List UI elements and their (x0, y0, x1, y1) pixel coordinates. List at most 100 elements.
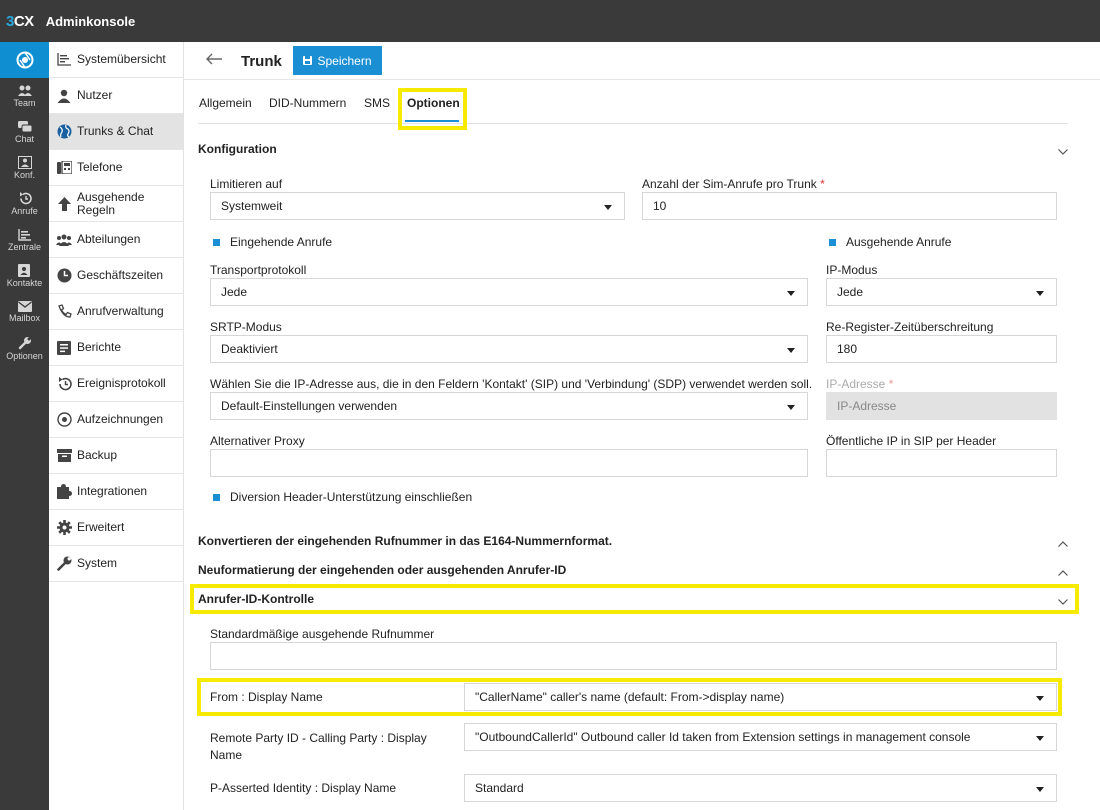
alt-proxy-label: Alternativer Proxy (210, 434, 305, 448)
rail-conference[interactable]: Konf. (0, 150, 49, 186)
inbound-calls-checkbox[interactable]: Eingehende Anrufe (213, 235, 332, 249)
nav-item-call-handling[interactable]: Anrufverwaltung (49, 294, 183, 330)
nav-item-recordings[interactable]: Aufzeichnungen (49, 402, 183, 438)
tab-did-numbers[interactable]: DID-Nummern (269, 96, 346, 110)
srtp-select[interactable]: Deaktiviert (210, 335, 808, 363)
save-icon (303, 56, 313, 65)
section-e164[interactable]: Konvertieren der eingehenden Rufnummer i… (198, 534, 1070, 548)
ip-mode-select[interactable]: Jede (826, 278, 1057, 306)
contacts-icon (18, 264, 30, 277)
reregister-label: Re-Register-Zeitüberschreitung (826, 320, 994, 334)
page-title: Trunk (241, 53, 282, 70)
nav-item-trunks-chat[interactable]: Trunks & Chat (49, 114, 183, 150)
caret-down-icon (1036, 736, 1044, 741)
wrench-icon (55, 555, 73, 573)
calls-icon (19, 192, 32, 205)
reregister-input[interactable]: 180 (826, 335, 1057, 363)
home-button[interactable] (0, 42, 49, 78)
nav-item-backup[interactable]: Backup (49, 438, 183, 474)
srtp-label: SRTP-Modus (210, 320, 282, 334)
tab-bar: Allgemein DID-Nummern SMS Optionen (198, 88, 1068, 124)
page-header: Trunk Speichern (184, 42, 1100, 80)
nav-item-dashboard[interactable]: Systemübersicht (49, 42, 183, 78)
user-icon (55, 87, 73, 105)
sim-calls-input[interactable]: 10 (642, 192, 1057, 220)
ip-address-label: IP-Adresse * (826, 377, 894, 391)
rail-contacts[interactable]: Kontakte (0, 258, 49, 294)
highlight-options-tab (398, 88, 467, 130)
sim-calls-label: Anzahl der Sim-Anrufe pro Trunk * (642, 177, 825, 191)
dashboard-icon (55, 51, 73, 69)
section-reformat[interactable]: Neuformatierung der eingehenden oder aus… (198, 563, 1070, 577)
chat-icon (17, 120, 32, 132)
app-title: Adminkonsole (45, 13, 136, 29)
rail-team[interactable]: Team (0, 78, 49, 114)
switchboard-icon (17, 228, 31, 241)
passerted-label: P-Asserted Identity : Display Name (210, 781, 397, 795)
settings-nav: Systemübersicht Nutzer Trunks & Chat Tel… (49, 42, 184, 810)
limit-label: Limitieren auf (210, 177, 283, 191)
transport-select[interactable]: Jede (210, 278, 808, 306)
nav-item-departments[interactable]: Abteilungen (49, 222, 183, 258)
rail-calls[interactable]: Anrufe (0, 186, 49, 222)
ip-choice-label: Wählen Sie die IP-Adresse aus, die in de… (210, 377, 813, 391)
group-icon (55, 231, 73, 249)
top-bar: 3CX Adminkonsole (0, 0, 1100, 42)
chevron-up-icon (1058, 536, 1068, 550)
tab-general[interactable]: Allgemein (199, 96, 252, 110)
tab-sms[interactable]: SMS (364, 96, 390, 110)
section-configuration[interactable]: Konfiguration (198, 142, 1070, 156)
rail-options[interactable]: Optionen (0, 330, 49, 366)
chevron-up-icon (1058, 565, 1068, 579)
transport-label: Transportprotokoll (210, 263, 307, 277)
caret-down-icon (787, 348, 795, 353)
rail-chat[interactable]: Chat (0, 114, 49, 150)
nav-item-users[interactable]: Nutzer (49, 78, 183, 114)
chevron-down-icon (1058, 144, 1068, 158)
nav-item-reports[interactable]: Berichte (49, 330, 183, 366)
home-icon (16, 51, 33, 69)
cog-icon (55, 519, 73, 537)
nav-item-system[interactable]: System (49, 546, 183, 582)
passerted-select[interactable]: Standard (464, 774, 1057, 802)
remote-party-select[interactable]: "OutboundCallerId" Outbound caller Id ta… (464, 723, 1057, 751)
highlight-from-display (197, 678, 1062, 716)
caret-down-icon (787, 405, 795, 410)
caret-down-icon (787, 291, 795, 296)
ip-mode-label: IP-Modus (826, 263, 878, 277)
rail-mailbox[interactable]: Mailbox (0, 294, 49, 330)
nav-item-integrations[interactable]: Integrationen (49, 474, 183, 510)
caret-down-icon (604, 205, 612, 210)
default-outbound-input[interactable] (210, 642, 1057, 670)
ip-choice-select[interactable]: Default-Einstellungen verwenden (210, 392, 808, 420)
conference-icon (17, 156, 32, 169)
caret-down-icon (1036, 787, 1044, 792)
nav-item-office-hours[interactable]: Geschäftszeiten (49, 258, 183, 294)
back-arrow-icon[interactable] (206, 53, 222, 68)
alt-proxy-input[interactable] (210, 449, 808, 477)
app-rail: Team Chat Konf. Anrufe Zentrale Kontakte… (0, 42, 49, 810)
mailbox-icon (17, 301, 32, 312)
team-icon (17, 85, 32, 96)
nav-item-advanced[interactable]: Erweitert (49, 510, 183, 546)
nav-item-phones[interactable]: Telefone (49, 150, 183, 186)
event-log-icon (55, 375, 73, 393)
nav-item-outbound-rules[interactable]: Ausgehende Regeln (49, 186, 183, 222)
save-button[interactable]: Speichern (293, 46, 382, 75)
puzzle-icon (55, 483, 73, 501)
public-ip-input[interactable] (826, 449, 1057, 477)
caret-down-icon (1036, 291, 1044, 296)
options-icon (18, 336, 31, 349)
limit-select[interactable]: Systemweit (210, 192, 625, 220)
rail-switchboard[interactable]: Zentrale (0, 222, 49, 258)
diversion-header-checkbox[interactable]: Diversion Header-Unterstützung einschlie… (213, 490, 472, 504)
arrow-up-icon (55, 195, 73, 213)
nav-item-event-log[interactable]: Ereignisprotokoll (49, 366, 183, 402)
default-outbound-label: Standardmäßige ausgehende Rufnummer (210, 627, 435, 641)
globe-icon (55, 123, 73, 141)
phone-icon (55, 159, 73, 177)
public-ip-label: Öffentliche IP in SIP per Header (826, 434, 997, 448)
outbound-calls-checkbox[interactable]: Ausgehende Anrufe (829, 235, 951, 249)
report-icon (55, 339, 73, 357)
clock-icon (55, 267, 73, 285)
